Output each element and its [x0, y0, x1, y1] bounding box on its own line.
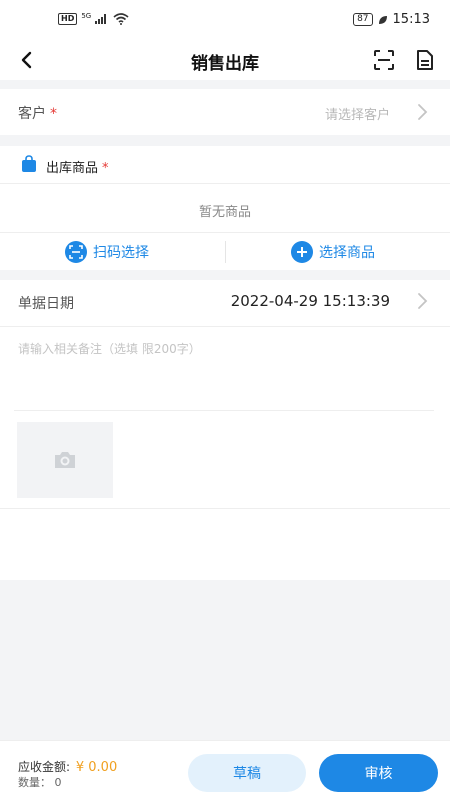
audit-button[interactable]: 审核 — [319, 754, 438, 792]
scan-select-button[interactable]: 扫码选择 — [65, 233, 149, 271]
amount-line: 应收金额: ¥ 0.00 — [18, 758, 117, 775]
leaf-icon — [378, 15, 387, 24]
quantity-line: 数量： 0 — [18, 774, 62, 790]
amount-value: ¥ 0.00 — [75, 760, 118, 775]
chevron-right-icon — [418, 104, 428, 120]
quantity-label: 数量： — [18, 776, 51, 789]
amount-label: 应收金额: — [18, 760, 71, 774]
signal-icon — [95, 14, 107, 24]
divider — [0, 508, 450, 509]
divider — [14, 410, 434, 411]
goods-title-text: 出库商品 — [46, 161, 99, 176]
document-icon — [417, 50, 433, 70]
status-time: 15:13 — [392, 12, 430, 27]
date-label: 单据日期 — [18, 296, 74, 312]
customer-label: 客户 * — [18, 103, 57, 123]
chevron-right-icon[interactable] — [416, 292, 428, 310]
status-bar: HD 5G 87 15:13 — [0, 0, 450, 40]
navigation-bar: 销售出库 — [0, 40, 450, 80]
quantity-value: 0 — [54, 776, 62, 789]
draft-button[interactable]: 草稿 — [188, 754, 306, 792]
document-button[interactable] — [411, 46, 439, 74]
action-divider — [225, 241, 226, 263]
customer-label-text: 客户 — [18, 106, 46, 122]
network-type: 5G — [81, 12, 92, 20]
customer-row[interactable]: 客户 * 请选择客户 — [0, 89, 450, 135]
divider — [0, 326, 450, 327]
goods-actions: 扫码选择 选择商品 — [0, 232, 450, 270]
choose-goods-label: 选择商品 — [319, 245, 375, 261]
status-left: HD 5G — [58, 12, 129, 25]
status-right: 87 15:13 — [353, 12, 430, 27]
wifi-icon — [113, 13, 129, 25]
date-value[interactable]: 2022-04-29 15:13:39 — [231, 292, 390, 310]
shopping-bag-icon — [22, 155, 36, 172]
camera-icon — [55, 452, 75, 468]
add-photo-button[interactable] — [17, 422, 113, 498]
scan-button[interactable] — [370, 46, 398, 74]
choose-goods-button[interactable]: 选择商品 — [291, 233, 375, 271]
scan-frame-icon — [374, 50, 394, 70]
goods-header: 出库商品 * — [0, 146, 450, 184]
hd-badge: HD — [58, 13, 78, 25]
remark-input[interactable]: 请输入相关备注（选填 限200字） — [18, 340, 201, 357]
goods-title: 出库商品 * — [46, 157, 109, 176]
bottom-action-bar: 应收金额: ¥ 0.00 数量： 0 草稿 审核 — [0, 740, 450, 800]
scan-icon — [65, 241, 87, 263]
customer-placeholder: 请选择客户 — [324, 108, 390, 123]
document-info-section: 单据日期 2022-04-29 15:13:39 请输入相关备注（选填 限200… — [0, 280, 450, 580]
required-mark: * — [102, 161, 109, 176]
plus-icon — [291, 241, 313, 263]
battery-indicator: 87 — [353, 13, 373, 26]
empty-goods-text: 暂无商品 — [198, 205, 251, 220]
outbound-goods-section: 出库商品 * 暂无商品 扫码选择 选择商品 — [0, 146, 450, 270]
scan-select-label: 扫码选择 — [93, 245, 149, 261]
required-mark: * — [50, 106, 57, 122]
